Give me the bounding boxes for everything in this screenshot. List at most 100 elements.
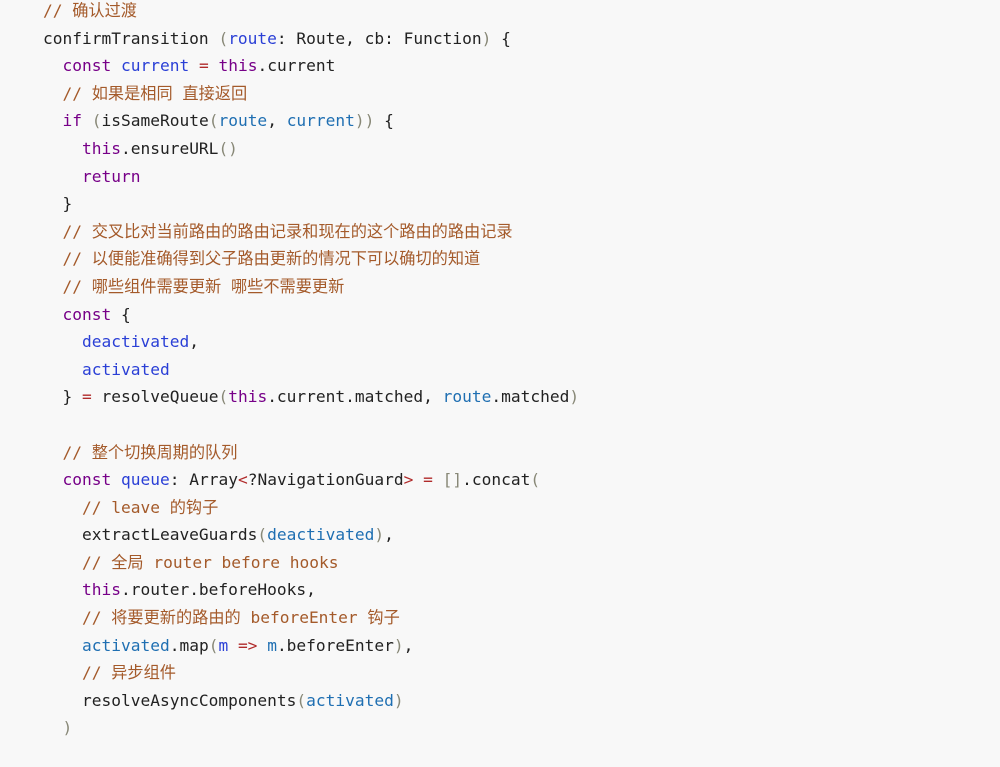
code-definition: m bbox=[218, 635, 229, 655]
code-bracket: ) bbox=[374, 525, 385, 545]
code-line: return bbox=[43, 163, 579, 191]
code-variable: activated bbox=[306, 690, 394, 710]
code-line: // 如果是相同 直接返回 bbox=[43, 80, 579, 108]
code-text: { bbox=[111, 304, 131, 324]
code-comment: // 哪些组件需要更新 哪些不需要更新 bbox=[62, 276, 345, 296]
code-comment: // 以便能准确得到父子路由更新的情况下可以确切的知道 bbox=[62, 249, 481, 269]
code-keyword: this bbox=[81, 138, 121, 158]
code-text: resolveQueue bbox=[91, 387, 219, 407]
code-text: ?NavigationGuard bbox=[247, 470, 404, 490]
code-bracket: () bbox=[218, 138, 238, 158]
code-bracket: ( bbox=[91, 111, 102, 131]
code-bracket: ( bbox=[218, 28, 229, 48]
code-operator: = bbox=[198, 56, 209, 76]
code-bracket: [] bbox=[442, 470, 463, 490]
code-keyword: if bbox=[62, 111, 83, 131]
code-keyword: return bbox=[81, 166, 141, 186]
code-block: // 确认过渡 confirmTransition (route: Route, … bbox=[43, 0, 579, 742]
code-line: activated bbox=[43, 356, 579, 384]
code-text: resolveAsyncComponents bbox=[81, 690, 297, 710]
code-line: this.ensureURL() bbox=[43, 135, 579, 163]
code-comment: // 全局 router before hooks bbox=[81, 552, 339, 572]
code-bracket: ( bbox=[218, 387, 229, 407]
code-text: .ensureURL bbox=[120, 138, 219, 158]
code-text: .router.beforeHooks, bbox=[120, 580, 316, 600]
code-operator: = bbox=[423, 470, 433, 490]
code-line: } bbox=[43, 190, 579, 218]
code-text: .map bbox=[169, 635, 209, 655]
code-text: isSameRoute bbox=[101, 111, 209, 131]
code-line: extractLeaveGuards(deactivated), bbox=[43, 521, 579, 549]
code-line: } = resolveQueue(this.current.matched, r… bbox=[43, 383, 580, 411]
code-definition: current bbox=[120, 56, 190, 76]
code-line: // 以便能准确得到父子路由更新的情况下可以确切的知道 bbox=[43, 245, 579, 273]
code-line: // 哪些组件需要更新 哪些不需要更新 bbox=[43, 273, 579, 301]
code-comment: // leave 的钩子 bbox=[81, 497, 219, 517]
code-line: // 确认过渡 bbox=[43, 0, 579, 25]
code-line: // 异步组件 bbox=[43, 659, 579, 687]
code-line: // leave 的钩子 bbox=[43, 494, 579, 522]
code-keyword: this bbox=[81, 580, 121, 600]
code-text: , bbox=[189, 332, 199, 352]
code-text: } bbox=[62, 194, 73, 214]
code-keyword: this bbox=[228, 387, 268, 407]
code-text: .beforeEnter bbox=[276, 635, 394, 655]
code-text: : Array bbox=[169, 470, 238, 490]
code-line: const { bbox=[43, 301, 579, 329]
code-definition: activated bbox=[81, 359, 170, 379]
code-variable: m bbox=[267, 635, 277, 655]
code-line: // 全局 router before hooks bbox=[43, 549, 579, 577]
code-comment: // 交叉比对当前路由的路由记录和现在的这个路由的路由记录 bbox=[62, 221, 513, 241]
code-operator: < bbox=[237, 470, 248, 490]
code-variable: deactivated bbox=[267, 525, 375, 545]
code-comment: // 如果是相同 直接返回 bbox=[62, 83, 248, 103]
code-bracket: ) bbox=[569, 387, 580, 407]
code-definition: queue bbox=[120, 470, 170, 490]
code-text: , bbox=[267, 111, 287, 131]
code-line: this.router.beforeHooks, bbox=[43, 576, 579, 604]
code-line: deactivated, bbox=[43, 328, 579, 356]
code-text: .concat bbox=[462, 470, 531, 490]
code-line: resolveAsyncComponents(activated) bbox=[43, 687, 579, 715]
code-keyword: const bbox=[62, 470, 112, 490]
code-line: // 整个切换周期的队列 bbox=[43, 439, 579, 467]
code-text: { bbox=[491, 28, 511, 48]
code-text: .matched bbox=[491, 387, 570, 407]
code-operator: = bbox=[82, 387, 92, 407]
code-text: .current bbox=[257, 56, 336, 76]
code-line: // 交叉比对当前路由的路由记录和现在的这个路由的路由记录 bbox=[43, 218, 579, 246]
code-line: activated.map(m => m.beforeEnter), bbox=[43, 632, 579, 660]
code-bracket: ) bbox=[393, 690, 404, 710]
code-text: , bbox=[403, 635, 414, 655]
code-bracket: ) bbox=[393, 635, 404, 655]
code-bracket: ( bbox=[257, 525, 268, 545]
code-line: const queue: Array<?NavigationGuard> = [… bbox=[43, 466, 579, 494]
code-bracket: ( bbox=[208, 635, 219, 655]
code-bracket: ( bbox=[530, 470, 541, 490]
code-comment: // 确认过渡 bbox=[43, 1, 137, 20]
code-definition: route bbox=[228, 28, 277, 48]
